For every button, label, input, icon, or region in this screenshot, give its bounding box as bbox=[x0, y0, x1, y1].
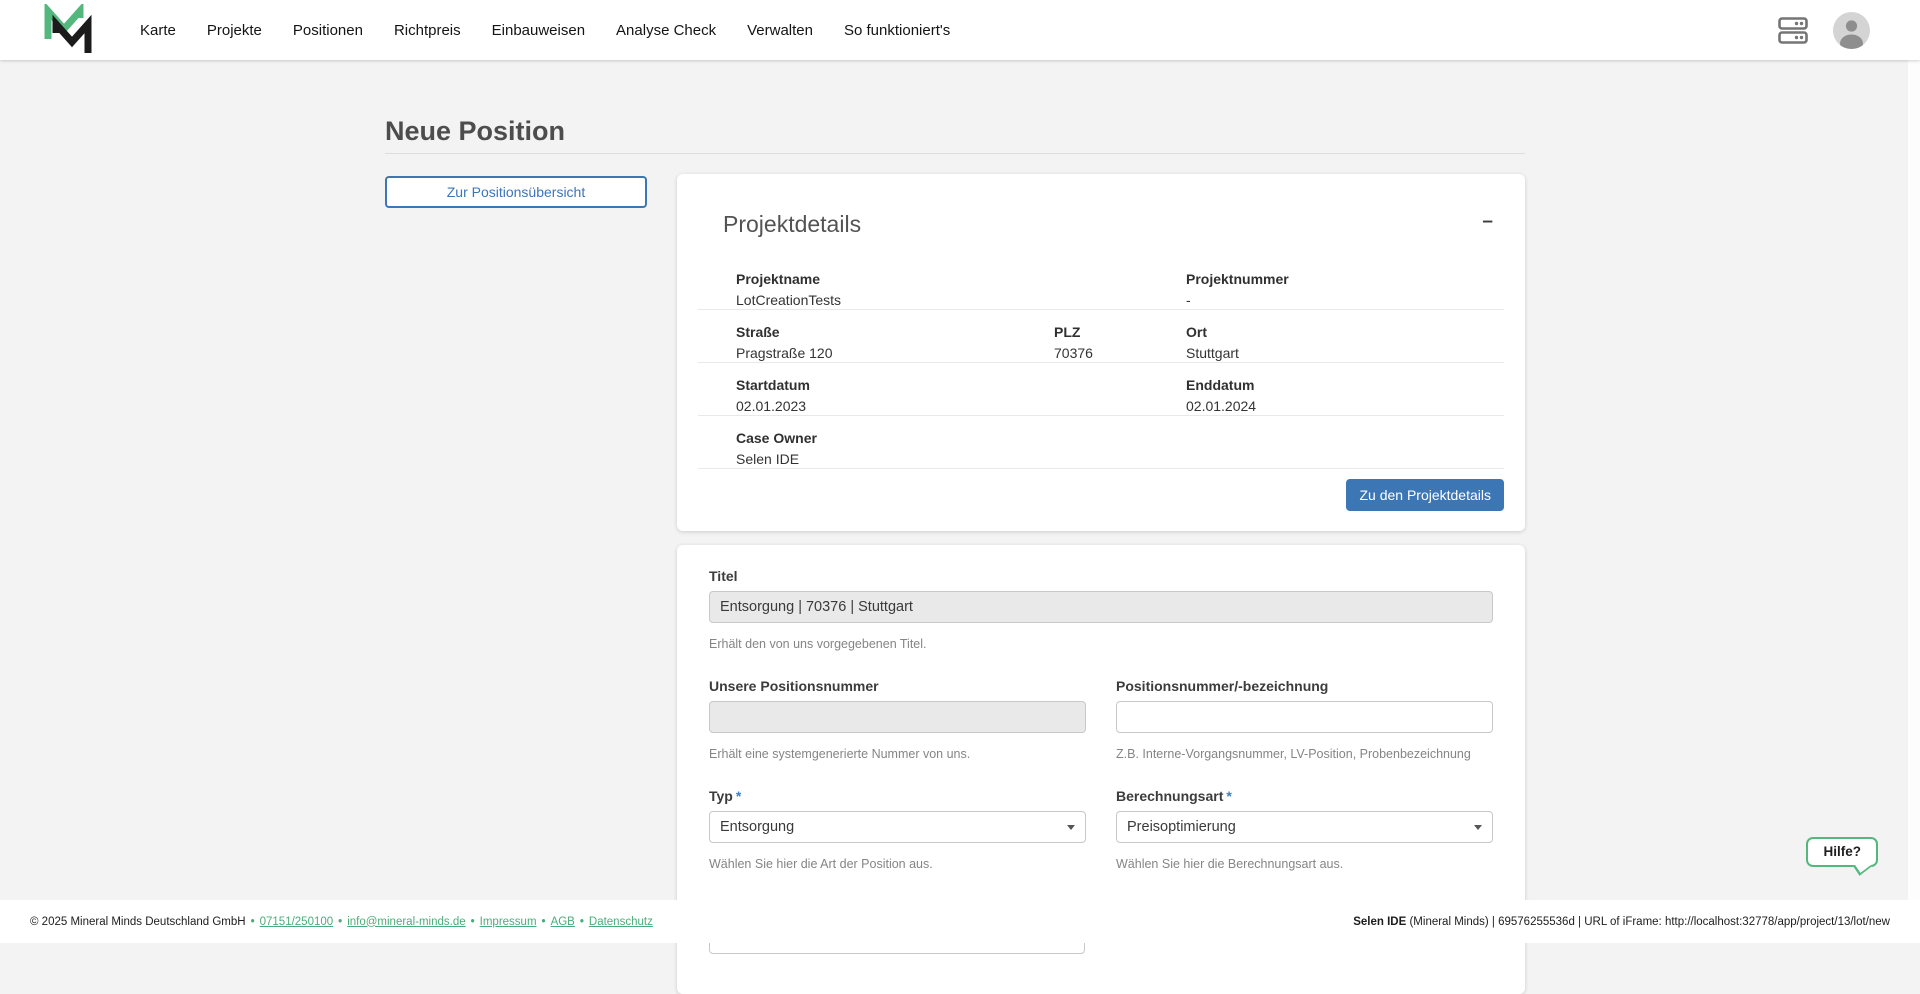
left-column: Zur Positionsübersicht bbox=[385, 174, 647, 208]
typ-field-group: Typ* Entsorgung Wählen Sie hier die Art … bbox=[709, 788, 1086, 871]
typ-select[interactable]: Entsorgung bbox=[709, 811, 1086, 843]
project-details-grid: Projektname LotCreationTests Projektnumm… bbox=[693, 271, 1509, 511]
nav-item-karte[interactable]: Karte bbox=[140, 22, 176, 39]
unsere-positionsnummer-field-group: Unsere Positionsnummer Erhält eine syste… bbox=[709, 678, 1086, 761]
detail-row-address: Straße Pragstraße 120 PLZ 70376 Ort Stut… bbox=[698, 309, 1504, 362]
berechnungsart-help-text: Wählen Sie hier die Berechnungsart aus. bbox=[1116, 857, 1493, 871]
copyright-text: © 2025 Mineral Minds Deutschland GmbH bbox=[30, 916, 246, 928]
footer-link-agb[interactable]: AGB bbox=[551, 916, 575, 928]
session-info: Selen IDE (Mineral Minds) | 69576255536d… bbox=[1353, 916, 1890, 928]
field-case-owner: Case Owner Selen IDE bbox=[698, 430, 1016, 467]
chevron-down-icon bbox=[1067, 825, 1075, 830]
field-strasse: Straße Pragstraße 120 bbox=[698, 324, 1016, 361]
unsere-positionsnummer-label: Unsere Positionsnummer bbox=[709, 678, 1086, 694]
main-content: Neue Position Zur Positionsübersicht Pro… bbox=[385, 115, 1525, 994]
user-avatar-icon[interactable] bbox=[1833, 12, 1870, 49]
collapse-card-button[interactable]: – bbox=[1476, 212, 1499, 232]
titel-label: Titel bbox=[709, 568, 1493, 584]
positionsnummer-label: Positionsnummer/-bezeichnung bbox=[1116, 678, 1493, 694]
footer-link-impressum[interactable]: Impressum bbox=[480, 916, 537, 928]
help-button[interactable]: Hilfe? bbox=[1806, 837, 1878, 867]
berechnungsart-field-group: Berechnungsart* Preisoptimierung Wählen … bbox=[1116, 788, 1493, 871]
nav-item-richtpreis[interactable]: Richtpreis bbox=[394, 22, 461, 39]
footer-links: © 2025 Mineral Minds Deutschland GmbH • … bbox=[30, 916, 653, 928]
berechnungsart-select[interactable]: Preisoptimierung bbox=[1116, 811, 1493, 843]
berechnungsart-label: Berechnungsart* bbox=[1116, 788, 1493, 804]
typ-label: Typ* bbox=[709, 788, 1086, 804]
top-navbar: Karte Projekte Positionen Richtpreis Ein… bbox=[0, 0, 1920, 60]
detail-row-name-number: Projektname LotCreationTests Projektnumm… bbox=[698, 271, 1504, 309]
nav-item-analyse-check[interactable]: Analyse Check bbox=[616, 22, 716, 39]
chevron-down-icon bbox=[1474, 825, 1482, 830]
nav-item-verwalten[interactable]: Verwalten bbox=[747, 22, 813, 39]
footer-link-email[interactable]: info@mineral-minds.de bbox=[347, 916, 465, 928]
back-to-positions-button[interactable]: Zur Positionsübersicht bbox=[385, 176, 647, 208]
go-to-project-details-button[interactable]: Zu den Projektdetails bbox=[1346, 479, 1504, 511]
detail-row-case-owner: Case Owner Selen IDE bbox=[698, 415, 1504, 468]
unsere-positionsnummer-input bbox=[709, 701, 1086, 733]
titel-input bbox=[709, 591, 1493, 623]
required-asterisk: * bbox=[736, 788, 741, 804]
field-startdatum: Startdatum 02.01.2023 bbox=[698, 377, 1016, 414]
footer-link-datenschutz[interactable]: Datenschutz bbox=[589, 916, 653, 928]
nav-item-einbauweisen[interactable]: Einbauweisen bbox=[492, 22, 585, 39]
mineral-minds-logo[interactable] bbox=[40, 4, 96, 56]
field-projektnummer: Projektnummer - bbox=[1148, 271, 1504, 308]
footer-link-phone[interactable]: 07151/250100 bbox=[260, 916, 334, 928]
nav-item-so-funktionierts[interactable]: So funktioniert's bbox=[844, 22, 950, 39]
project-details-card: Projektdetails – Projektname LotCreation… bbox=[677, 174, 1525, 531]
navbar-right-icons bbox=[1778, 12, 1870, 49]
positionsnummer-help-text: Z.B. Interne-Vorgangsnummer, LV-Position… bbox=[1116, 747, 1493, 761]
titel-field-group: Titel Erhält den von uns vorgegebenen Ti… bbox=[709, 568, 1493, 651]
typ-help-text: Wählen Sie hier die Art der Position aus… bbox=[709, 857, 1086, 871]
logo-icon bbox=[40, 4, 96, 56]
unsere-positionsnummer-help-text: Erhält eine systemgenerierte Nummer von … bbox=[709, 747, 1086, 761]
field-ort: Ort Stuttgart bbox=[1148, 324, 1504, 361]
detail-row-dates: Startdatum 02.01.2023 Enddatum 02.01.202… bbox=[698, 362, 1504, 415]
positionsnummer-field-group: Positionsnummer/-bezeichnung Z.B. Intern… bbox=[1116, 678, 1493, 761]
nav-item-projekte[interactable]: Projekte bbox=[207, 22, 262, 39]
scrollbar-track[interactable] bbox=[1908, 60, 1920, 943]
page-title: Neue Position bbox=[385, 115, 1525, 147]
titel-help-text: Erhält den von uns vorgegebenen Titel. bbox=[709, 637, 1493, 651]
session-user: Selen IDE bbox=[1353, 916, 1406, 928]
project-card-title: Projektdetails bbox=[723, 212, 861, 236]
nav-item-positionen[interactable]: Positionen bbox=[293, 22, 363, 39]
field-projektname: Projektname LotCreationTests bbox=[698, 271, 1016, 308]
server-stack-icon[interactable] bbox=[1778, 17, 1808, 44]
speech-bubble-tail bbox=[1853, 857, 1871, 875]
required-asterisk: * bbox=[1226, 788, 1231, 804]
page-footer: © 2025 Mineral Minds Deutschland GmbH • … bbox=[0, 900, 1920, 943]
field-plz: PLZ 70376 bbox=[1016, 324, 1148, 361]
right-column: Projektdetails – Projektname LotCreation… bbox=[677, 174, 1525, 994]
positionsnummer-input[interactable] bbox=[1116, 701, 1493, 733]
field-enddatum: Enddatum 02.01.2024 bbox=[1148, 377, 1504, 414]
title-divider bbox=[385, 153, 1525, 154]
main-menu: Karte Projekte Positionen Richtpreis Ein… bbox=[140, 22, 950, 39]
